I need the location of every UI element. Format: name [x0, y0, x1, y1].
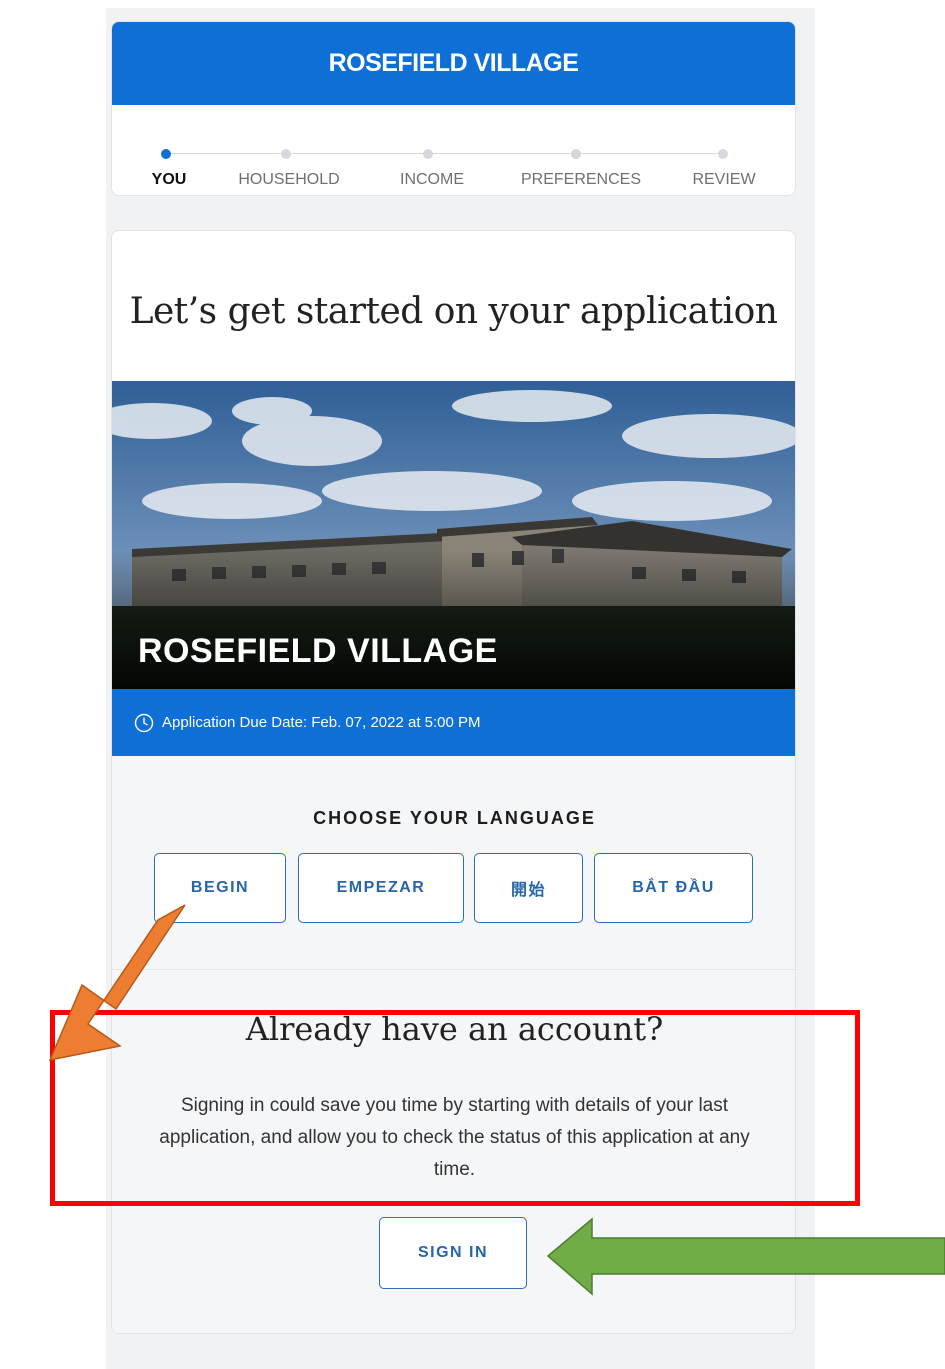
highlight-box	[50, 1010, 860, 1206]
application-due-banner: Application Due Date: Feb. 07, 2022 at 5…	[112, 689, 795, 756]
begin-chinese-button[interactable]: 開始	[474, 853, 583, 923]
step-dot-review	[718, 149, 728, 159]
step-label-household: HOUSEHOLD	[238, 171, 340, 188]
progress-line	[170, 153, 722, 154]
step-dot-you	[161, 149, 171, 159]
page-title: Let’s get started on your application	[129, 291, 778, 332]
step-dot-income	[423, 149, 433, 159]
sign-in-button[interactable]: SIGN IN	[379, 1217, 527, 1289]
application-header-card: ROSEFIELD VILLAGE YOU HOUSEHOLD INCOME P…	[111, 21, 796, 196]
hero-listing-name: ROSEFIELD VILLAGE	[138, 632, 498, 670]
step-dot-preferences	[571, 149, 581, 159]
step-dot-household	[281, 149, 291, 159]
listing-title: ROSEFIELD VILLAGE	[328, 49, 579, 77]
step-label-preferences: PREFERENCES	[520, 171, 642, 188]
step-label-review: REVIEW	[692, 171, 756, 188]
step-label-you: YOU	[151, 171, 187, 188]
listing-title-bar: ROSEFIELD VILLAGE	[112, 22, 795, 105]
due-date-text: Application Due Date: Feb. 07, 2022 at 5…	[162, 714, 481, 731]
begin-english-button[interactable]: BEGIN	[154, 853, 286, 923]
listing-hero-image: ROSEFIELD VILLAGE	[112, 381, 795, 689]
clock-icon	[134, 713, 154, 733]
language-section: CHOOSE YOUR LANGUAGE BEGIN EMPEZAR 開始 BẮ…	[112, 756, 795, 970]
progress-steps: YOU HOUSEHOLD INCOME PREFERENCES REVIEW	[112, 105, 795, 195]
step-label-income: INCOME	[400, 171, 464, 188]
language-heading: CHOOSE YOUR LANGUAGE	[313, 808, 596, 828]
begin-vietnamese-button[interactable]: BẮT ĐẦU	[594, 853, 753, 923]
begin-spanish-button[interactable]: EMPEZAR	[298, 853, 464, 923]
